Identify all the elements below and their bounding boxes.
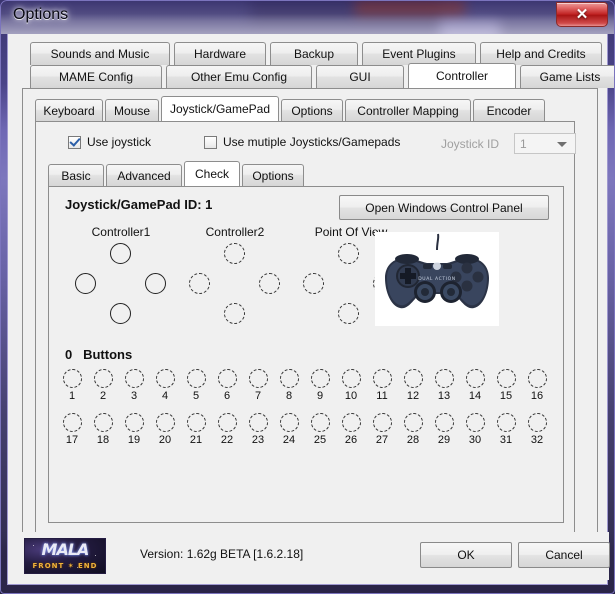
- tab-controller[interactable]: Controller: [408, 63, 516, 88]
- options-window: Options ✕ Sounds and Music Hardware Back…: [0, 0, 615, 594]
- tab-joystick-gamepad[interactable]: Joystick/GamePad: [161, 96, 279, 121]
- window-frame-border: [0, 0, 615, 594]
- tab-label: Joystick/GamePad: [169, 102, 271, 116]
- tab-label: Check: [194, 167, 229, 181]
- tab-label: Controller: [435, 69, 489, 83]
- tab-check[interactable]: Check: [184, 161, 240, 186]
